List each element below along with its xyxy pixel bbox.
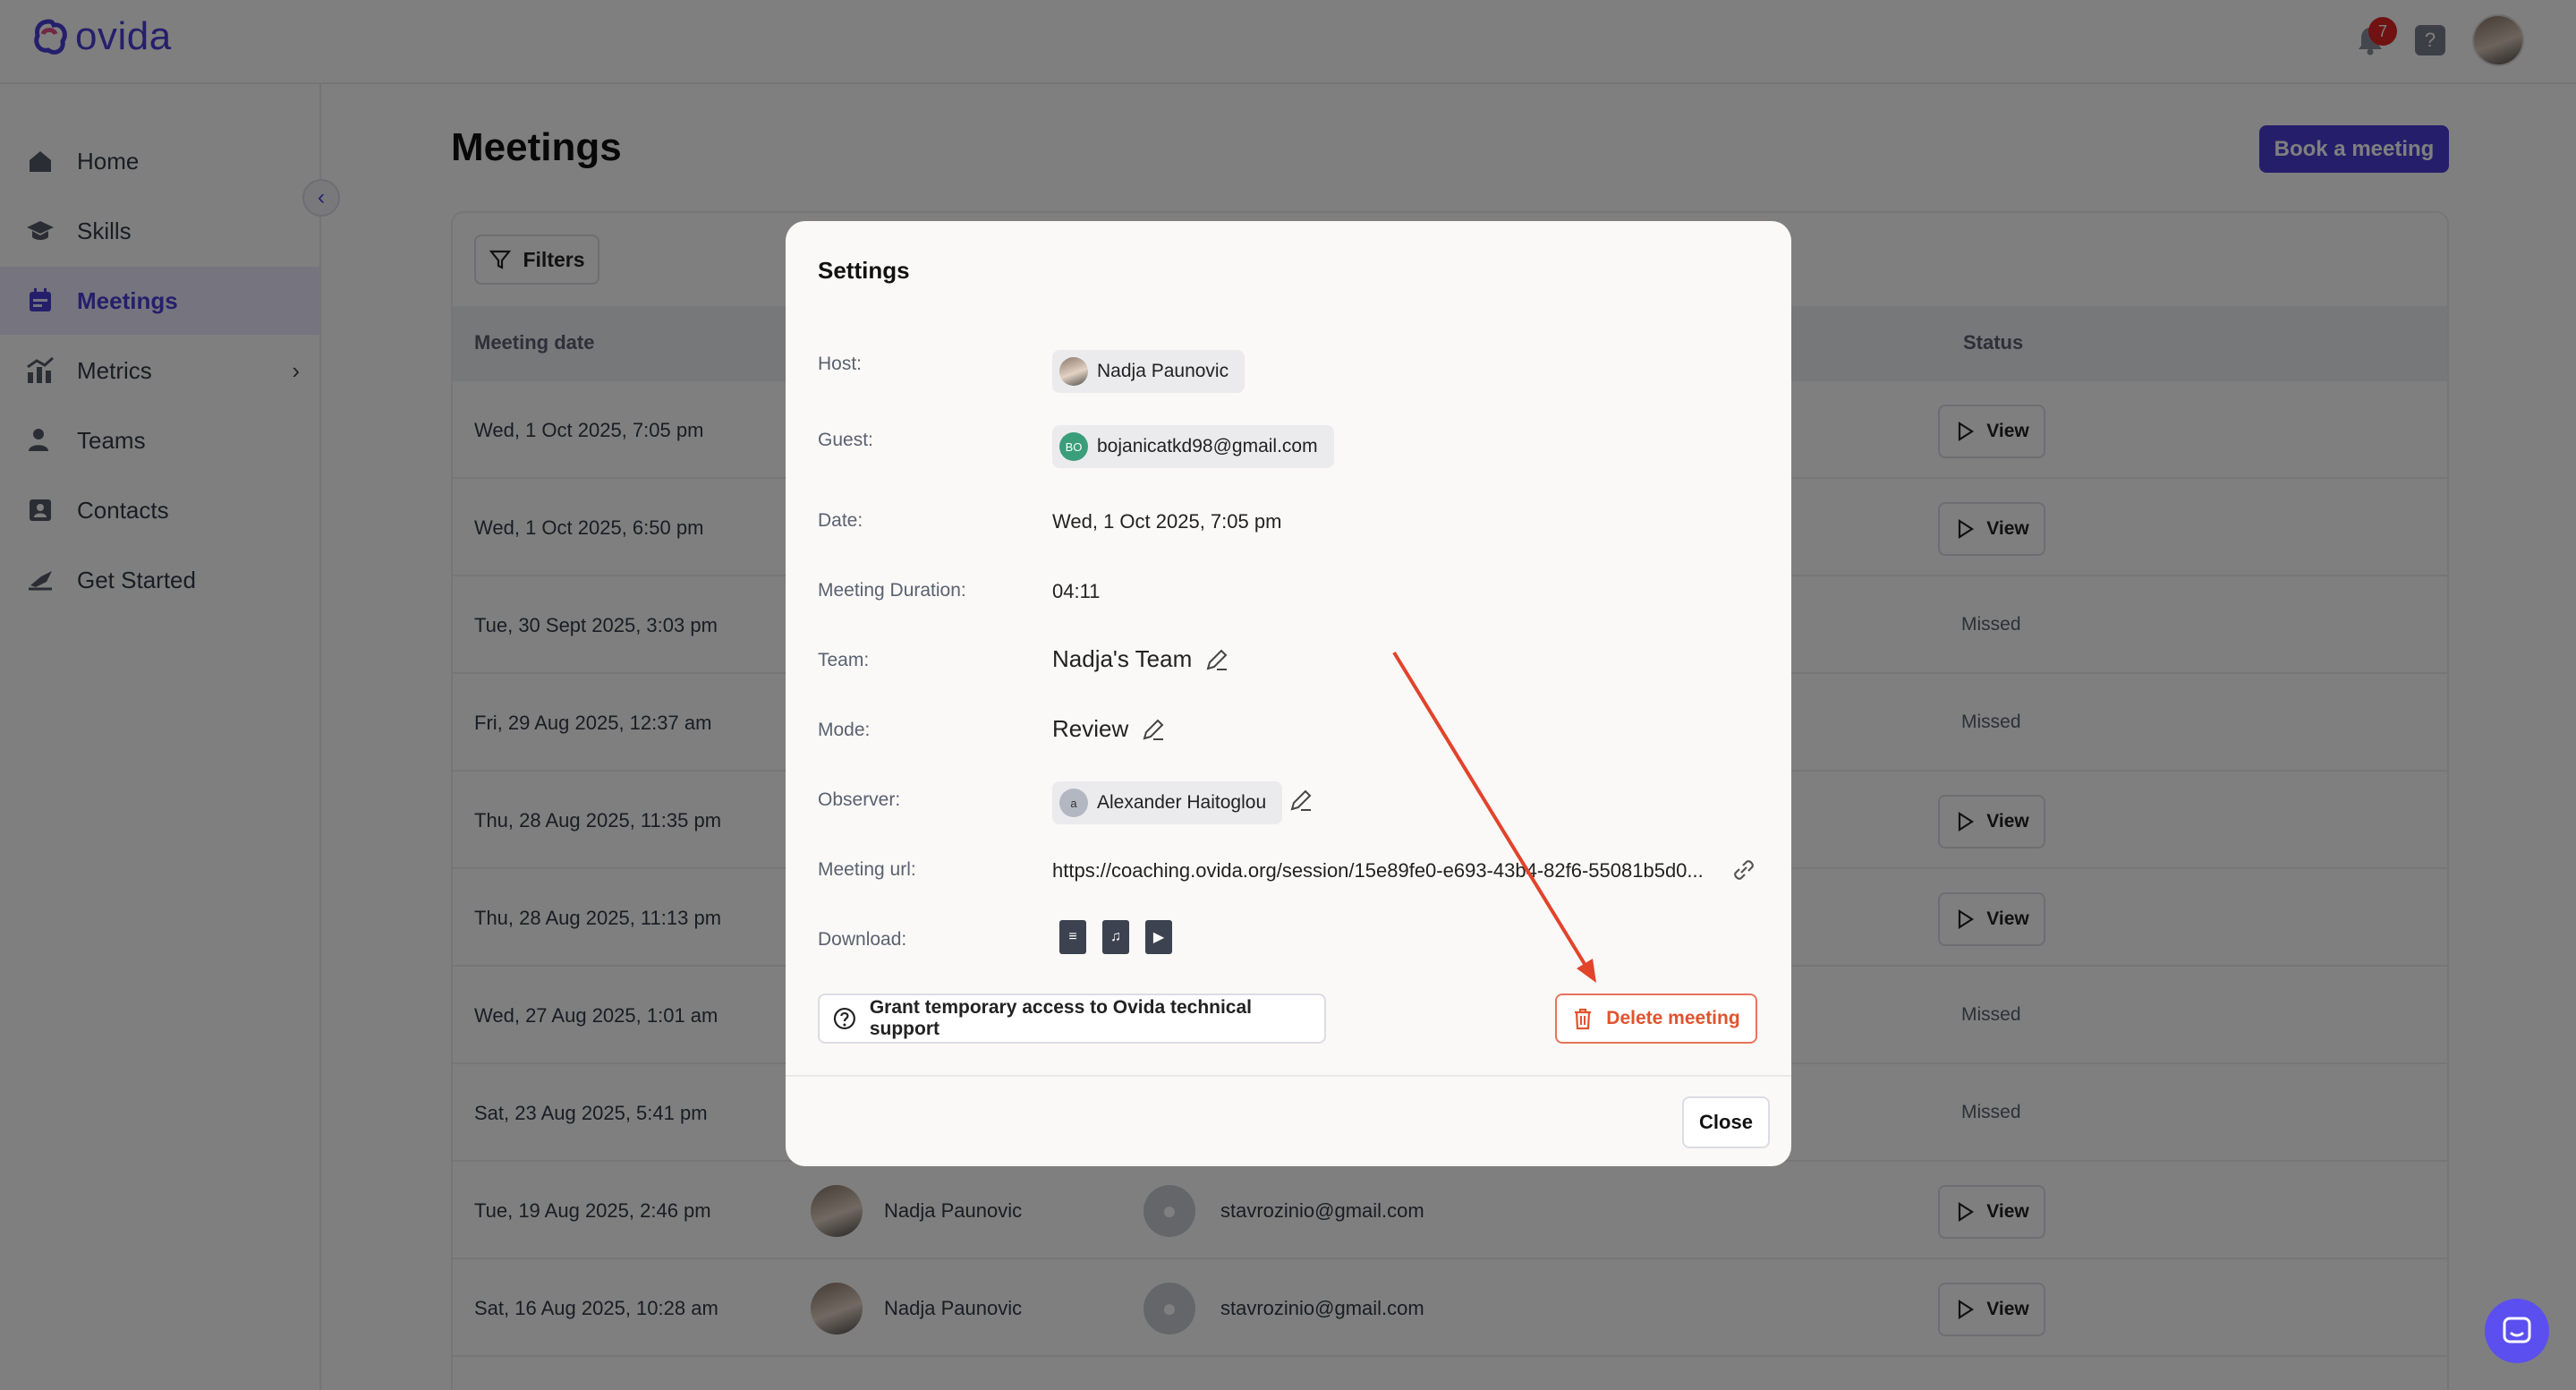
modal-footer-divider [786,1075,1791,1077]
observer-name: Alexander Haitoglou [1097,792,1267,813]
grant-support-label: Grant temporary access to Ovida technica… [869,997,1252,1039]
observer-label: Observer: [818,789,901,810]
edit-team-pencil-icon[interactable] [1204,647,1229,672]
guest-email: bojanicatkd98@gmail.com [1097,436,1318,456]
guest-avatar: BO [1059,432,1088,461]
modal-title: Settings [818,257,910,284]
observer-avatar: a [1059,789,1088,817]
video-file-icon[interactable]: ▶ [1145,920,1172,954]
team-field: Nadja's Team [1052,645,1229,673]
mode-value: Review [1052,715,1129,742]
duration-value: 04:11 [1052,580,1101,602]
observer-chip: a Alexander Haitoglou [1052,781,1283,824]
duration-label: Meeting Duration: [818,580,966,601]
team-label: Team: [818,650,870,670]
host-label: Host: [818,354,863,374]
chat-widget-button[interactable] [2485,1299,2549,1363]
transcript-file-icon[interactable]: ≡ [1059,920,1086,954]
grant-support-access-button[interactable]: Grant temporary access to Ovida technica… [818,993,1326,1044]
copy-link-icon[interactable] [1730,857,1757,888]
delete-meeting-label: Delete meeting [1606,1008,1740,1028]
guest-label: Guest: [818,430,873,450]
guest-chip: BO bojanicatkd98@gmail.com [1052,425,1334,468]
host-avatar [1059,357,1088,386]
settings-modal: Settings Host: Nadja Paunovic Guest: BO … [786,221,1791,1166]
close-button[interactable]: Close [1682,1096,1770,1148]
host-chip: Nadja Paunovic [1052,350,1245,393]
delete-meeting-button[interactable]: Delete meeting [1555,993,1757,1044]
host-name: Nadja Paunovic [1097,361,1229,381]
url-label: Meeting url: [818,859,916,880]
date-label: Date: [818,510,863,531]
team-value: Nadja's Team [1052,645,1193,672]
trash-icon [1575,1008,1592,1030]
meeting-url[interactable]: https://coaching.ovida.org/session/15e89… [1052,859,1704,883]
edit-observer-pencil-icon[interactable] [1288,788,1314,813]
audio-file-icon[interactable]: ♫ [1102,920,1129,954]
edit-mode-pencil-icon[interactable] [1141,717,1166,742]
download-icons: ≡ ♫ ▶ [1059,920,1172,954]
download-label: Download: [818,929,907,950]
help-circle-icon [833,1007,855,1030]
mode-label: Mode: [818,720,871,740]
date-value: Wed, 1 Oct 2025, 7:05 pm [1052,510,1282,533]
mode-field: Review [1052,715,1166,743]
chat-icon [2503,1317,2531,1343]
